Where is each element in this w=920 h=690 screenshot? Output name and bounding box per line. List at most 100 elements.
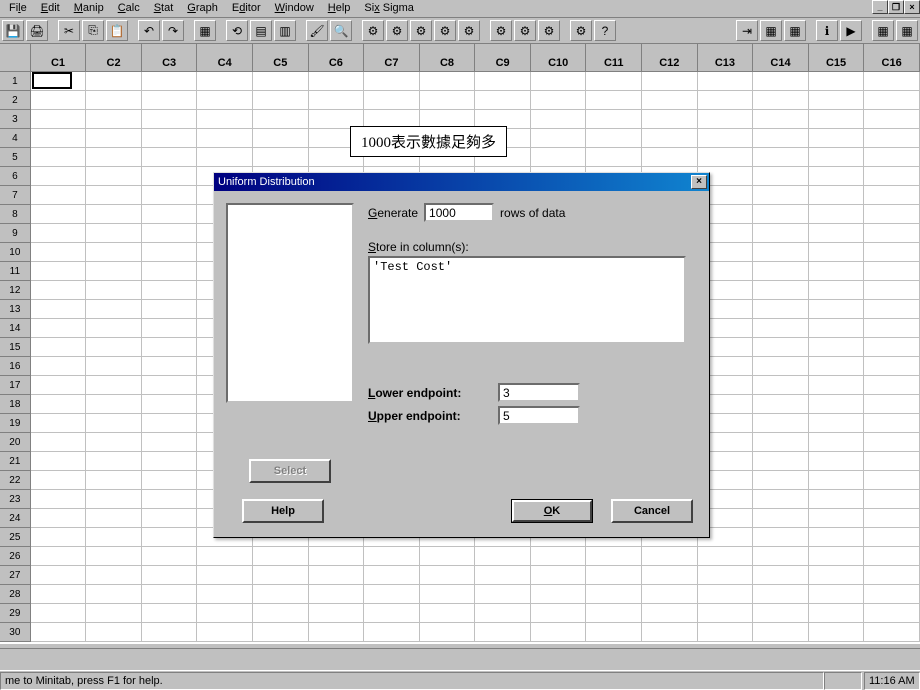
cell[interactable] <box>142 91 198 110</box>
cell[interactable] <box>864 338 920 357</box>
cell[interactable] <box>753 471 809 490</box>
cell[interactable] <box>31 547 87 566</box>
cell[interactable] <box>86 224 142 243</box>
cell[interactable] <box>753 262 809 281</box>
cell[interactable] <box>531 129 587 148</box>
cell[interactable] <box>31 110 87 129</box>
cell[interactable] <box>253 91 309 110</box>
cell[interactable] <box>753 490 809 509</box>
cell[interactable] <box>864 167 920 186</box>
minimize-button[interactable]: _ <box>872 0 888 14</box>
cell[interactable] <box>531 110 587 129</box>
cell[interactable] <box>142 338 198 357</box>
row-header[interactable]: 19 <box>0 414 31 433</box>
cell[interactable] <box>142 148 198 167</box>
rtool3-icon[interactable]: ▦ <box>784 20 806 41</box>
cell[interactable] <box>142 433 198 452</box>
cell[interactable] <box>864 490 920 509</box>
cell[interactable] <box>420 604 476 623</box>
cell[interactable] <box>753 623 809 642</box>
cell[interactable] <box>86 110 142 129</box>
cell[interactable] <box>642 72 698 91</box>
cell[interactable] <box>698 604 754 623</box>
cell[interactable] <box>197 566 253 585</box>
paste-icon[interactable]: 📋 <box>106 20 128 41</box>
cell[interactable] <box>753 91 809 110</box>
close-button[interactable]: × <box>904 0 920 14</box>
cell[interactable] <box>309 604 365 623</box>
cell[interactable] <box>809 281 865 300</box>
cell[interactable] <box>864 72 920 91</box>
cell[interactable] <box>809 243 865 262</box>
cell[interactable] <box>809 110 865 129</box>
cell[interactable] <box>197 585 253 604</box>
cell[interactable] <box>31 528 87 547</box>
cell[interactable] <box>197 148 253 167</box>
cell[interactable] <box>364 604 420 623</box>
column-header[interactable]: C11 <box>586 44 642 71</box>
cell[interactable] <box>309 566 365 585</box>
cell[interactable] <box>864 547 920 566</box>
cell[interactable] <box>642 129 698 148</box>
tool5-icon[interactable]: ⚙ <box>458 20 480 41</box>
cell[interactable] <box>86 623 142 642</box>
cell[interactable] <box>420 566 476 585</box>
row-header[interactable]: 22 <box>0 471 31 490</box>
cell[interactable] <box>809 509 865 528</box>
menu-stat[interactable]: Stat <box>147 0 181 17</box>
cell[interactable] <box>86 205 142 224</box>
cell[interactable] <box>864 433 920 452</box>
help-icon[interactable]: ? <box>594 20 616 41</box>
menu-edit[interactable]: Edit <box>34 0 67 17</box>
row-header[interactable]: 14 <box>0 319 31 338</box>
cell[interactable] <box>86 91 142 110</box>
dialog-close-button[interactable]: × <box>691 175 707 189</box>
row-header[interactable]: 28 <box>0 585 31 604</box>
cell[interactable] <box>475 585 531 604</box>
cell[interactable] <box>753 357 809 376</box>
cell[interactable] <box>753 319 809 338</box>
dialog-titlebar[interactable]: Uniform Distribution × <box>214 173 709 191</box>
menu-calc[interactable]: Calc <box>111 0 147 17</box>
cell[interactable] <box>809 167 865 186</box>
row-header[interactable]: 6 <box>0 167 31 186</box>
cell[interactable] <box>809 319 865 338</box>
cell[interactable] <box>31 338 87 357</box>
cell[interactable] <box>864 243 920 262</box>
cell[interactable] <box>753 281 809 300</box>
cell[interactable] <box>364 585 420 604</box>
cell[interactable] <box>309 623 365 642</box>
row-header[interactable]: 30 <box>0 623 31 642</box>
cell[interactable] <box>753 338 809 357</box>
cell[interactable] <box>698 566 754 585</box>
cell[interactable] <box>142 224 198 243</box>
cell[interactable] <box>698 129 754 148</box>
cell[interactable] <box>31 72 87 91</box>
cell[interactable] <box>31 319 87 338</box>
cell[interactable] <box>142 319 198 338</box>
cell[interactable] <box>864 110 920 129</box>
rtool2-icon[interactable]: ▦ <box>760 20 782 41</box>
cell[interactable] <box>809 186 865 205</box>
cell[interactable] <box>531 566 587 585</box>
cell[interactable] <box>253 547 309 566</box>
cell[interactable] <box>253 604 309 623</box>
cell[interactable] <box>642 623 698 642</box>
cell[interactable] <box>142 110 198 129</box>
column-header[interactable]: C15 <box>809 44 865 71</box>
cell[interactable] <box>31 604 87 623</box>
cell[interactable] <box>86 433 142 452</box>
row-header[interactable]: 16 <box>0 357 31 376</box>
cell[interactable] <box>420 72 476 91</box>
cell[interactable] <box>309 547 365 566</box>
cell[interactable] <box>531 148 587 167</box>
row-header[interactable]: 11 <box>0 262 31 281</box>
cell[interactable] <box>86 585 142 604</box>
cell[interactable] <box>809 623 865 642</box>
cell[interactable] <box>253 72 309 91</box>
cell[interactable] <box>309 72 365 91</box>
cell[interactable] <box>753 148 809 167</box>
cell[interactable] <box>86 148 142 167</box>
cell[interactable] <box>86 281 142 300</box>
tool3-icon[interactable]: ⚙ <box>410 20 432 41</box>
